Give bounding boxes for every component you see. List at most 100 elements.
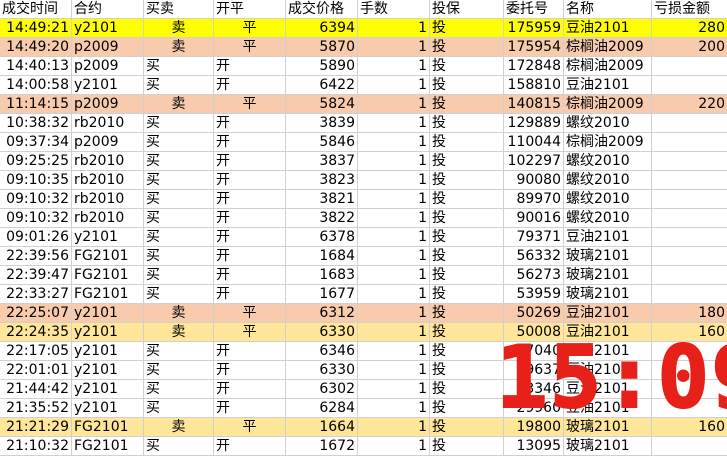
cell-quantity[interactable]: 1 — [358, 209, 430, 227]
cell-name[interactable]: 玻璃2101 — [564, 247, 652, 265]
cell-contract[interactable]: y2101 — [72, 228, 144, 246]
cell-quantity[interactable]: 1 — [358, 171, 430, 189]
cell-name[interactable]: 螺纹2010 — [564, 152, 652, 170]
cell-loss-amount[interactable]: 220 — [652, 95, 727, 113]
table-row[interactable]: 10:38:32 rb2010 买开 3839 1 投 129889 螺纹2010 — [0, 114, 727, 133]
table-row[interactable]: 09:10:32 rb2010 买开 3821 1 投 89970 螺纹2010 — [0, 190, 727, 209]
cell-time[interactable]: 22:39:56 — [0, 247, 72, 265]
cell-open-close[interactable]: 平 — [214, 323, 286, 341]
cell-contract[interactable]: y2101 — [72, 323, 144, 341]
cell-buy-sell[interactable]: 买 — [144, 228, 214, 246]
cell-hedge[interactable]: 投 — [430, 247, 504, 265]
cell-loss-amount[interactable] — [652, 171, 727, 189]
cell-loss-amount[interactable] — [652, 133, 727, 151]
cell-open-close[interactable]: 开 — [214, 133, 286, 151]
cell-loss-amount[interactable] — [652, 285, 727, 303]
cell-time[interactable]: 11:14:15 — [0, 95, 72, 113]
cell-price[interactable]: 5870 — [286, 38, 358, 56]
cell-loss-amount[interactable]: 280 — [652, 19, 727, 37]
cell-buy-sell[interactable]: 买 — [144, 152, 214, 170]
cell-open-close[interactable]: 开 — [214, 399, 286, 417]
cell-contract[interactable]: rb2010 — [72, 209, 144, 227]
cell-quantity[interactable]: 1 — [358, 399, 430, 417]
cell-time[interactable]: 21:35:52 — [0, 399, 72, 417]
cell-open-close[interactable]: 开 — [214, 266, 286, 284]
cell-open-close[interactable]: 开 — [214, 437, 286, 455]
cell-price[interactable]: 1684 — [286, 247, 358, 265]
cell-price[interactable]: 6346 — [286, 342, 358, 360]
cell-contract[interactable]: p2009 — [72, 95, 144, 113]
cell-loss-amount[interactable] — [652, 437, 727, 455]
cell-contract[interactable]: y2101 — [72, 19, 144, 37]
cell-buy-sell[interactable]: 买 — [144, 361, 214, 379]
cell-name[interactable]: 棕榈油2009 — [564, 133, 652, 151]
cell-hedge[interactable]: 投 — [430, 190, 504, 208]
cell-price[interactable]: 6394 — [286, 19, 358, 37]
cell-buy-sell[interactable]: 卖 — [144, 304, 214, 322]
cell-name[interactable]: 螺纹2010 — [564, 209, 652, 227]
table-row[interactable]: 22:39:47 FG2101 买开 1683 1 投 56273 玻璃2101 — [0, 266, 727, 285]
cell-price[interactable]: 3839 — [286, 114, 358, 132]
cell-open-close[interactable]: 开 — [214, 171, 286, 189]
cell-hedge[interactable]: 投 — [430, 228, 504, 246]
cell-hedge[interactable]: 投 — [430, 95, 504, 113]
cell-quantity[interactable]: 1 — [358, 304, 430, 322]
cell-name[interactable]: 螺纹2010 — [564, 190, 652, 208]
cell-price[interactable]: 6422 — [286, 76, 358, 94]
header-price[interactable]: 成交价格 — [286, 0, 358, 18]
table-row[interactable]: 09:01:26 y2101 买开 6378 1 投 79371 豆油2101 — [0, 228, 727, 247]
cell-time[interactable]: 09:37:34 — [0, 133, 72, 151]
cell-order-no[interactable]: 56273 — [504, 266, 564, 284]
cell-time[interactable]: 14:49:21 — [0, 19, 72, 37]
header-order-no[interactable]: 委托号 — [504, 0, 564, 18]
cell-order-no[interactable]: 90080 — [504, 171, 564, 189]
cell-order-no[interactable]: 129889 — [504, 114, 564, 132]
cell-contract[interactable]: p2009 — [72, 57, 144, 75]
table-row[interactable]: 14:40:13 p2009 买开 5890 1 投 172848 棕榈油2009 — [0, 57, 727, 76]
cell-quantity[interactable]: 1 — [358, 285, 430, 303]
table-row[interactable]: 14:49:20 p2009 卖平 5870 1 投 175954 棕榈油2009 200 — [0, 38, 727, 57]
cell-loss-amount[interactable] — [652, 266, 727, 284]
cell-time[interactable]: 22:39:47 — [0, 266, 72, 284]
cell-order-no[interactable]: 140815 — [504, 95, 564, 113]
cell-order-no[interactable]: 50269 — [504, 304, 564, 322]
cell-price[interactable]: 3823 — [286, 171, 358, 189]
cell-hedge[interactable]: 投 — [430, 209, 504, 227]
cell-price[interactable]: 6378 — [286, 228, 358, 246]
cell-open-close[interactable]: 开 — [214, 209, 286, 227]
cell-hedge[interactable]: 投 — [430, 171, 504, 189]
cell-order-no[interactable]: 175954 — [504, 38, 564, 56]
cell-hedge[interactable]: 投 — [430, 437, 504, 455]
cell-order-no[interactable]: 13095 — [504, 437, 564, 455]
cell-price[interactable]: 1683 — [286, 266, 358, 284]
cell-buy-sell[interactable]: 买 — [144, 57, 214, 75]
cell-buy-sell[interactable]: 卖 — [144, 38, 214, 56]
cell-open-close[interactable]: 开 — [214, 190, 286, 208]
cell-open-close[interactable]: 平 — [214, 418, 286, 436]
cell-price[interactable]: 3821 — [286, 190, 358, 208]
cell-hedge[interactable]: 投 — [430, 285, 504, 303]
cell-open-close[interactable]: 开 — [214, 285, 286, 303]
cell-name[interactable]: 棕榈油2009 — [564, 38, 652, 56]
cell-quantity[interactable]: 1 — [358, 247, 430, 265]
cell-order-no[interactable]: 110044 — [504, 133, 564, 151]
cell-time[interactable]: 21:21:29 — [0, 418, 72, 436]
cell-contract[interactable]: FG2101 — [72, 285, 144, 303]
cell-open-close[interactable]: 平 — [214, 38, 286, 56]
cell-open-close[interactable]: 开 — [214, 57, 286, 75]
cell-quantity[interactable]: 1 — [358, 152, 430, 170]
cell-buy-sell[interactable]: 买 — [144, 285, 214, 303]
cell-time[interactable]: 09:01:26 — [0, 228, 72, 246]
cell-name[interactable]: 豆油2101 — [564, 76, 652, 94]
header-loss-amount[interactable]: 亏损金额 — [652, 0, 727, 18]
cell-price[interactable]: 6302 — [286, 380, 358, 398]
cell-quantity[interactable]: 1 — [358, 380, 430, 398]
cell-order-no[interactable]: 56332 — [504, 247, 564, 265]
cell-price[interactable]: 3837 — [286, 152, 358, 170]
cell-loss-amount[interactable] — [652, 228, 727, 246]
cell-open-close[interactable]: 开 — [214, 76, 286, 94]
table-row[interactable]: 11:14:15 p2009 卖平 5824 1 投 140815 棕榈油2009 220 — [0, 95, 727, 114]
cell-quantity[interactable]: 1 — [358, 190, 430, 208]
cell-time[interactable]: 22:01:01 — [0, 361, 72, 379]
table-row[interactable]: 22:25:07 y2101 卖平 6312 1 投 50269 豆油2101 180 — [0, 304, 727, 323]
